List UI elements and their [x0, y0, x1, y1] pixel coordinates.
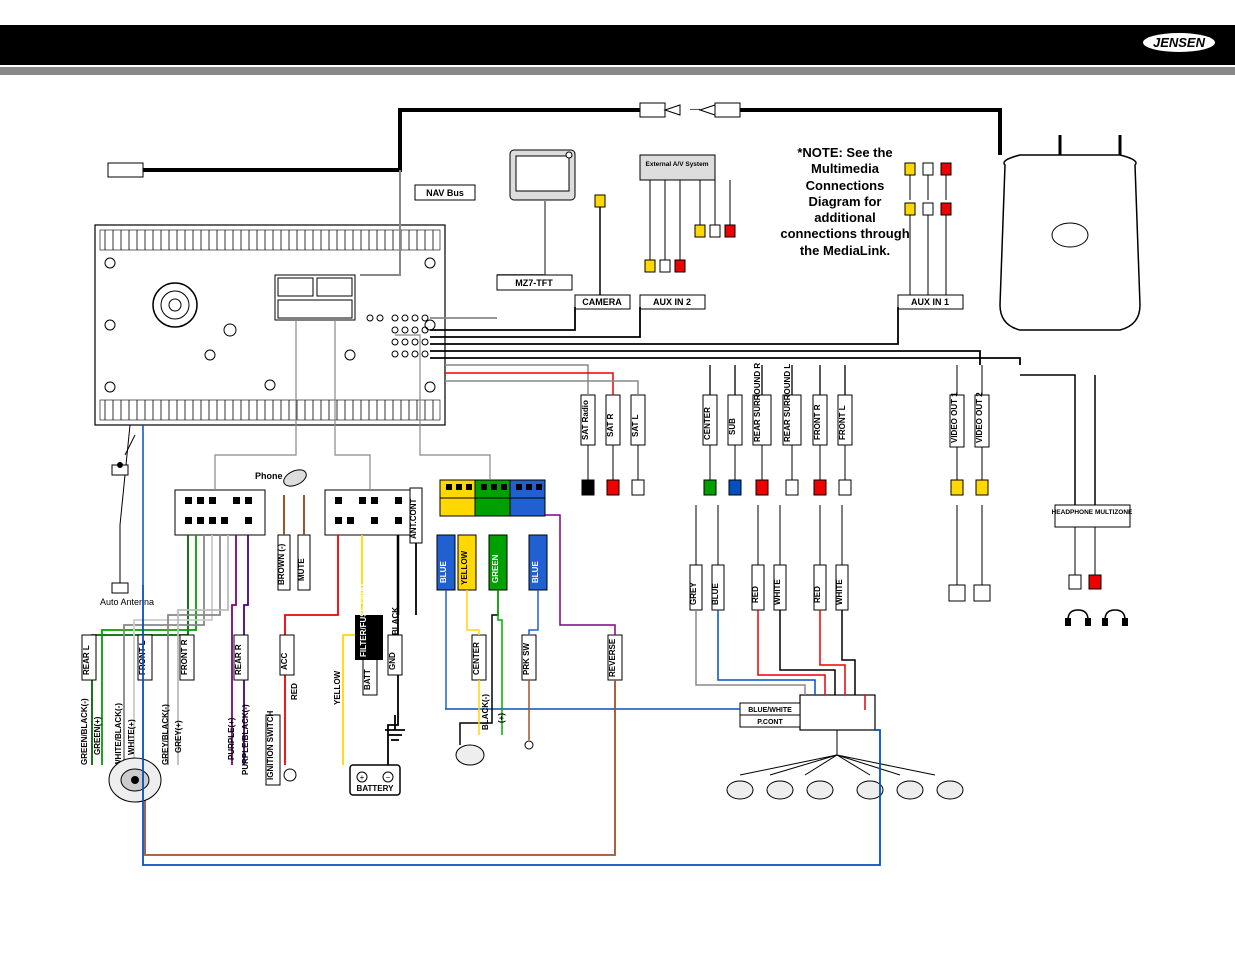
svg-text:RED: RED — [751, 586, 760, 603]
svg-text:GREEN/BLACK(-): GREEN/BLACK(-) — [80, 698, 89, 765]
svg-text:(+): (+) — [497, 713, 506, 723]
svg-text:REAR SURROUND L: REAR SURROUND L — [783, 364, 792, 442]
svg-text:BLUE: BLUE — [531, 561, 540, 583]
svg-text:SAT L: SAT L — [631, 414, 640, 437]
svg-text:BROWN (-): BROWN (-) — [277, 543, 286, 585]
headphone-icon — [1102, 610, 1128, 626]
svg-text:WHITE(+): WHITE(+) — [127, 719, 136, 755]
svg-text:+: + — [360, 773, 365, 782]
svg-text:BLUE: BLUE — [439, 561, 448, 583]
header-bar: JENSEN — [0, 25, 1235, 65]
svg-text:CENTER: CENTER — [703, 407, 712, 440]
svg-text:FILTER/FUSE (30A): FILTER/FUSE (30A) — [359, 583, 368, 657]
svg-text:HEADPHONE MULTIZONE: HEADPHONE MULTIZONE — [1052, 509, 1133, 516]
svg-text:VIDEO OUT 1: VIDEO OUT 1 — [950, 392, 959, 443]
svg-text:YELLOW: YELLOW — [460, 550, 469, 585]
svg-text:CENTER: CENTER — [472, 642, 481, 675]
svg-text:BLUE/WHITE: BLUE/WHITE — [748, 707, 792, 714]
svg-text:BATT: BATT — [363, 669, 372, 690]
diagram-canvas: *NOTE: See the Multimedia Connections Di… — [0, 75, 1235, 955]
svg-text:FRONT R: FRONT R — [813, 404, 822, 440]
svg-text:MUTE: MUTE — [297, 558, 306, 581]
svg-text:SAT R: SAT R — [606, 413, 615, 437]
svg-text:RED: RED — [813, 586, 822, 603]
svg-text:WHITE/BLACK(-): WHITE/BLACK(-) — [114, 703, 123, 767]
svg-text:Auto Antenna: Auto Antenna — [100, 597, 154, 607]
svg-text:REAR R: REAR R — [234, 644, 243, 675]
phone-icon — [281, 467, 309, 490]
svg-text:REAR L: REAR L — [82, 645, 91, 675]
svg-text:—: — — [690, 104, 700, 115]
svg-text:PRK SW: PRK SW — [522, 643, 531, 675]
aux-in1-label: AUX IN 1 — [911, 297, 949, 307]
svg-text:BATTERY: BATTERY — [357, 784, 395, 793]
svg-text:GREY/BLACK(-): GREY/BLACK(-) — [161, 704, 170, 765]
svg-text:REVERSE: REVERSE — [608, 638, 617, 677]
svg-text:ACC: ACC — [280, 652, 289, 670]
svg-text:VIDEO OUT 2: VIDEO OUT 2 — [975, 392, 984, 443]
sub-bar — [0, 67, 1235, 75]
aux-in2-label: AUX IN 2 — [653, 297, 691, 307]
harness-connectors — [175, 480, 545, 535]
svg-text:YELLOW: YELLOW — [333, 670, 342, 705]
amplifier — [800, 695, 875, 730]
svg-text:Phone: Phone — [255, 471, 283, 481]
medialink-device — [1000, 135, 1140, 330]
svg-text:GREEN: GREEN — [491, 554, 500, 583]
svg-text:FRONT L: FRONT L — [838, 405, 847, 440]
svg-text:SAT Radio: SAT Radio — [581, 400, 590, 440]
svg-text:GREEN(+): GREEN(+) — [93, 716, 102, 755]
svg-text:GREY(+): GREY(+) — [174, 720, 183, 753]
svg-text:WHITE: WHITE — [773, 579, 782, 605]
car-speaker-icon — [109, 758, 161, 802]
camera-label: CAMERA — [582, 297, 622, 307]
svg-text:WHITE: WHITE — [835, 579, 844, 605]
svg-text:REAR SURROUND R: REAR SURROUND R — [753, 363, 762, 442]
svg-text:External A/V System: External A/V System — [646, 161, 709, 168]
mz7-tft-label: MZ7-TFT — [515, 278, 553, 288]
wiring-diagram-svg: NAV Bus — MZ7-TFT CAMERA External A/V Sy… — [0, 75, 1235, 955]
svg-text:−: − — [386, 773, 391, 782]
svg-text:FRONT R: FRONT R — [180, 639, 189, 675]
svg-text:BLACK(-): BLACK(-) — [481, 694, 490, 730]
svg-text:GREY: GREY — [689, 582, 698, 605]
svg-text:GND: GND — [388, 652, 397, 670]
svg-text:P.CONT: P.CONT — [757, 719, 783, 726]
speaker-cones — [740, 730, 935, 775]
svg-text:SUB: SUB — [728, 418, 737, 435]
din-connectors: — — [640, 103, 1000, 155]
svg-text:IGNITION SWITCH: IGNITION SWITCH — [266, 710, 275, 780]
svg-text:PURPLE/BLACK(-): PURPLE/BLACK(-) — [241, 704, 250, 775]
svg-text:BLUE: BLUE — [711, 583, 720, 605]
nav-bus-label: NAV Bus — [426, 188, 464, 198]
brand-logo: JENSEN — [1143, 33, 1215, 52]
svg-text:RED: RED — [290, 683, 299, 700]
svg-text:BLACK: BLACK — [391, 607, 400, 635]
svg-text:PURPLE(+): PURPLE(+) — [227, 717, 236, 760]
speaker-icon — [456, 745, 484, 765]
head-unit-chassis — [95, 225, 445, 425]
headphone-icon — [1065, 610, 1091, 626]
svg-text:ANT.CONT: ANT.CONT — [409, 498, 418, 539]
